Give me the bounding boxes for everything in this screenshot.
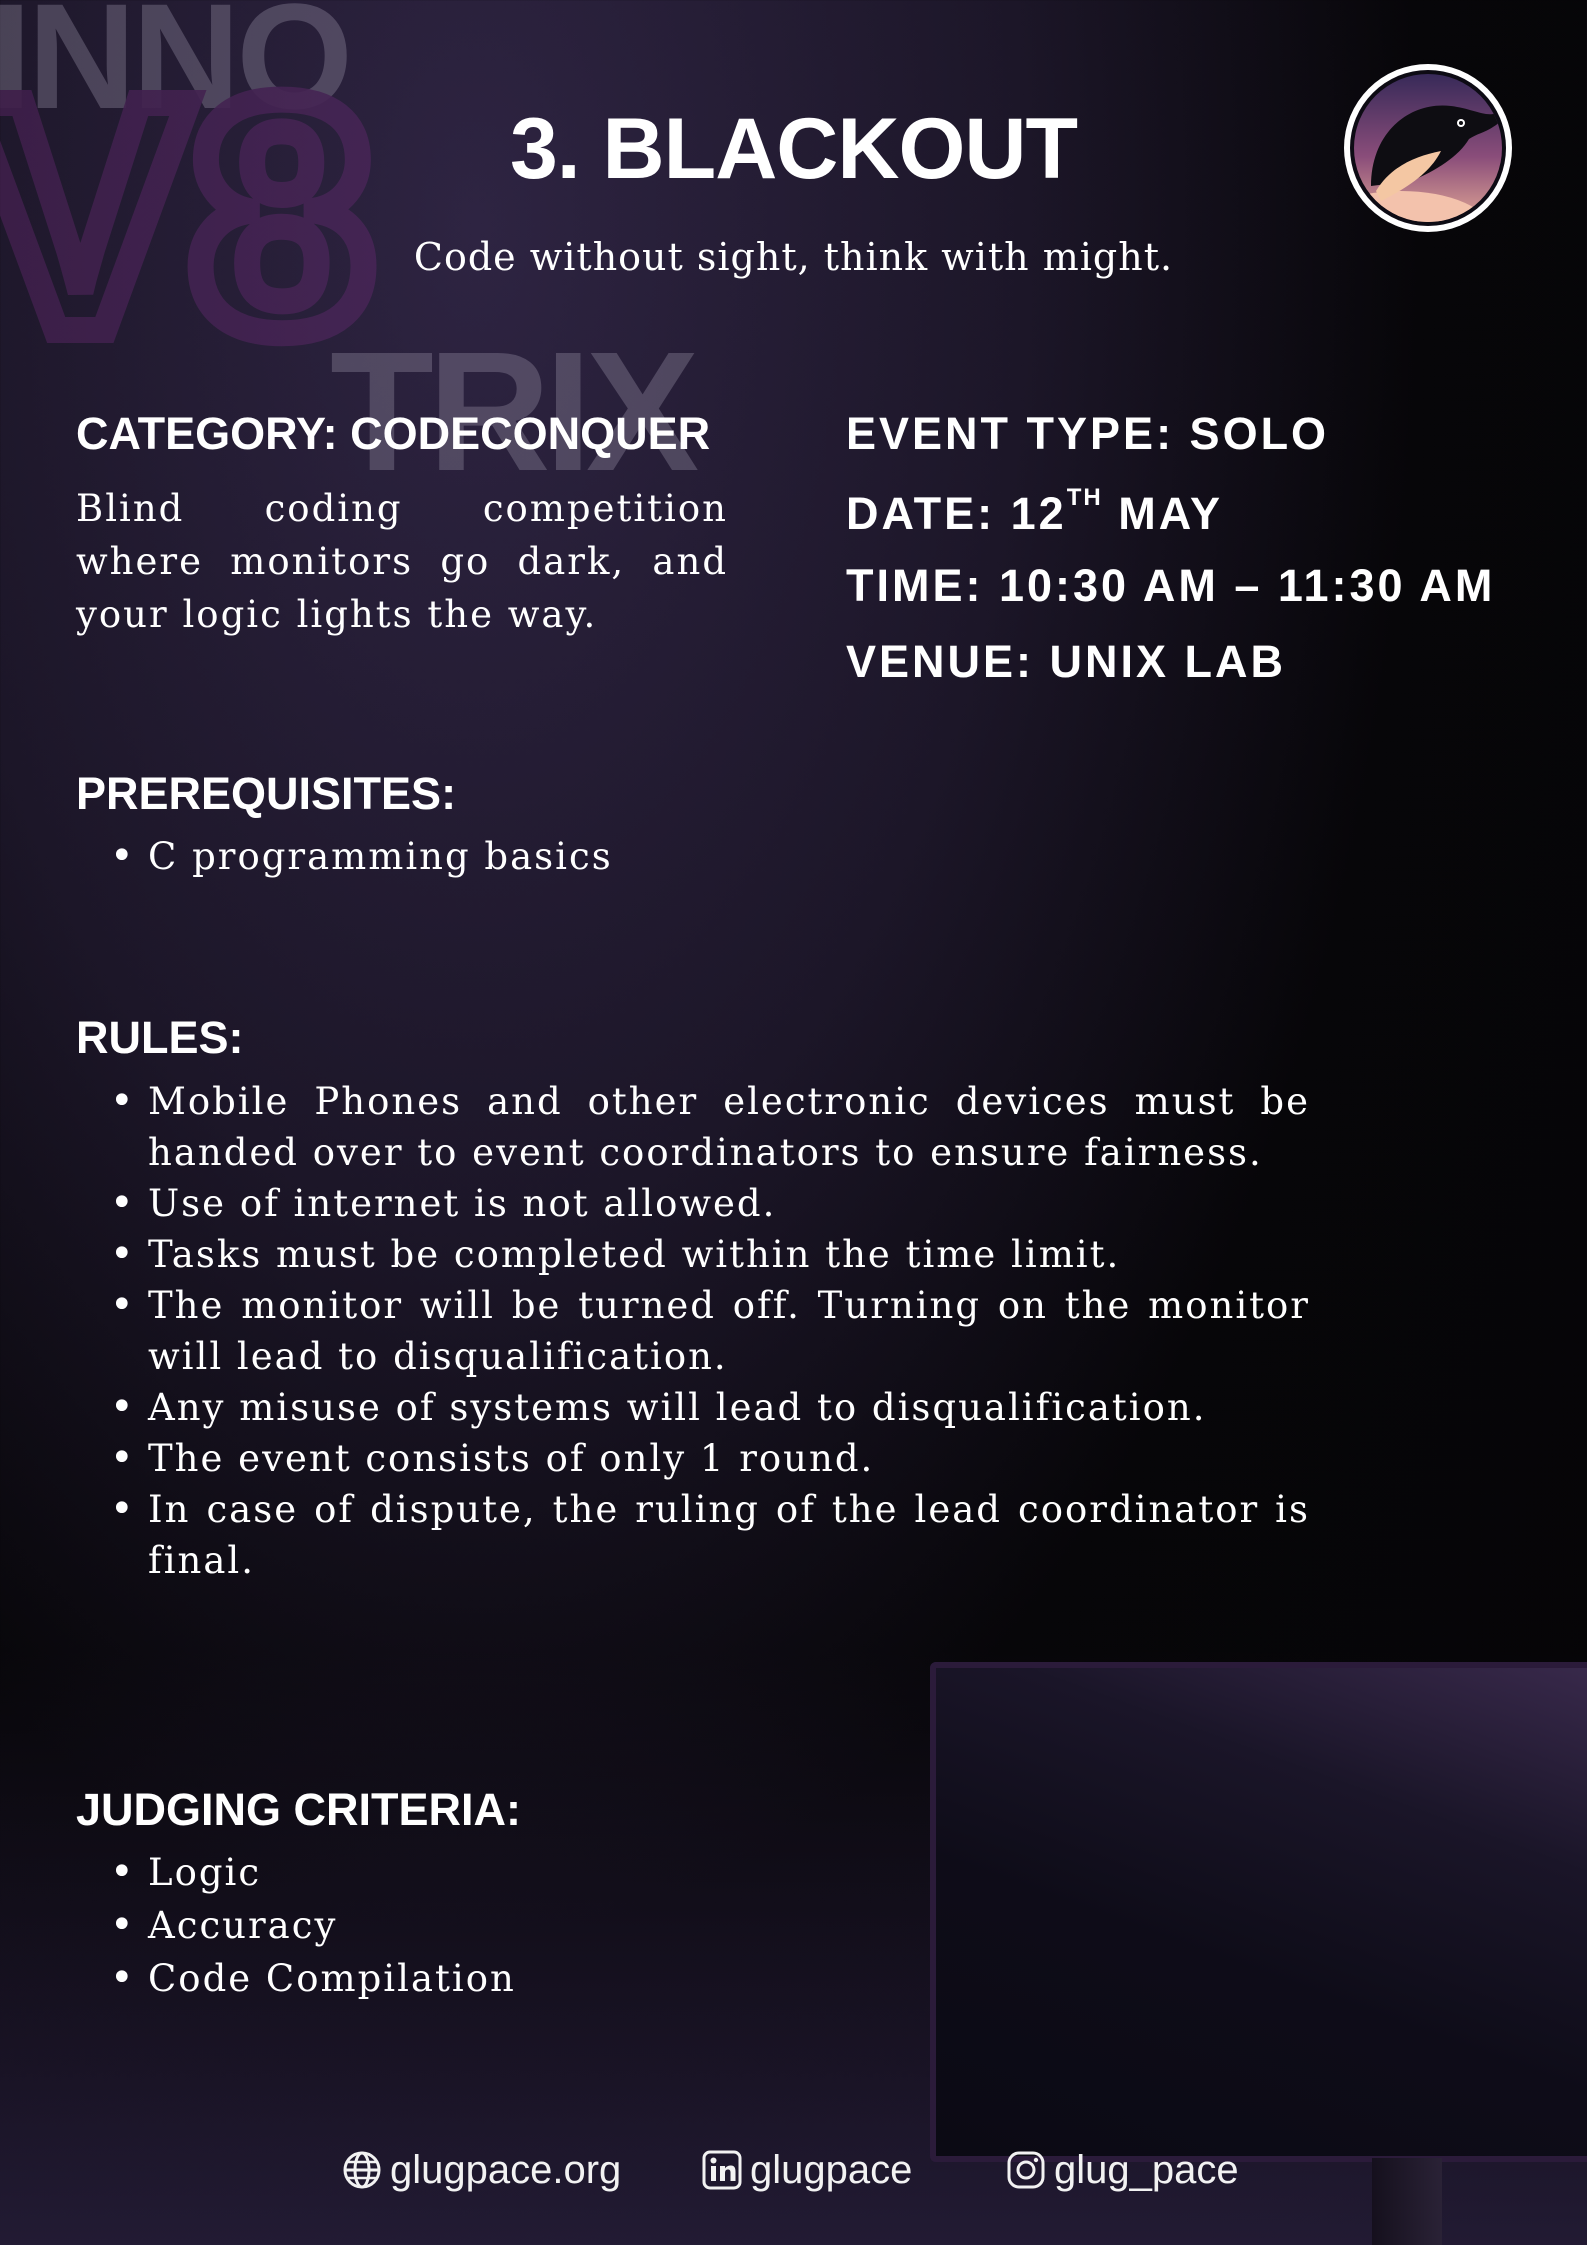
linkedin-icon: [702, 2150, 742, 2190]
footer-website[interactable]: glugpace.org: [342, 2145, 621, 2195]
website-link[interactable]: glugpace.org: [390, 2148, 621, 2193]
footer-linkedin[interactable]: glugpace: [702, 2145, 912, 2195]
list-item: Use of internet is not allowed.: [110, 1178, 1310, 1229]
judging-heading: JUDGING CRITERIA:: [76, 1784, 522, 1835]
category-heading: CATEGORY: CODECONQUER: [76, 408, 711, 459]
event-date-suffix-sup: TH: [1066, 484, 1103, 511]
list-item: Logic: [110, 1846, 516, 1899]
list-item: In case of dispute, the ruling of the le…: [110, 1484, 1310, 1586]
list-item: Code Compilation: [110, 1952, 516, 2005]
list-item: Tasks must be completed within the time …: [110, 1229, 1310, 1280]
list-item: Mobile Phones and other electronic devic…: [110, 1076, 1310, 1178]
list-item: C programming basics: [110, 830, 613, 883]
list-item: Accuracy: [110, 1899, 516, 1952]
list-item: Any misuse of systems will lead to disqu…: [110, 1382, 1310, 1433]
event-date: DATE: 12TH MAY: [846, 484, 1223, 540]
judging-list: Logic Accuracy Code Compilation: [110, 1846, 516, 2005]
event-date-prefix: DATE: 12: [846, 488, 1067, 539]
rules-list: Mobile Phones and other electronic devic…: [110, 1076, 1310, 1586]
linkedin-link[interactable]: glugpace: [750, 2148, 912, 2193]
monitor-stand: [1372, 2158, 1442, 2245]
list-item: The monitor will be turned off. Turning …: [110, 1280, 1310, 1382]
footer-instagram[interactable]: glug_pace: [1006, 2145, 1239, 2195]
instagram-link[interactable]: glug_pace: [1054, 2148, 1239, 2193]
watermark-text-mid: V8: [0, 31, 374, 400]
prerequisites-list: C programming basics: [110, 830, 613, 883]
rules-heading: RULES:: [76, 1012, 244, 1063]
instagram-icon: [1007, 2151, 1045, 2189]
event-venue: VENUE: UNIX LAB: [846, 636, 1287, 687]
monitor-illustration: [930, 1662, 1587, 2162]
event-date-month: MAY: [1102, 488, 1224, 539]
prerequisites-heading: PREREQUISITES:: [76, 768, 457, 819]
category-description: Blind coding competition where monitors …: [76, 487, 728, 636]
list-item: The event consists of only 1 round.: [110, 1433, 1310, 1484]
event-time: TIME: 10:30 AM – 11:30 AM: [846, 560, 1496, 611]
event-title: 3. BLACKOUT: [509, 101, 1078, 197]
event-type: EVENT TYPE: SOLO: [846, 408, 1330, 459]
globe-icon: [343, 2151, 381, 2189]
event-tagline: Code without sight, think with might.: [413, 235, 1174, 279]
